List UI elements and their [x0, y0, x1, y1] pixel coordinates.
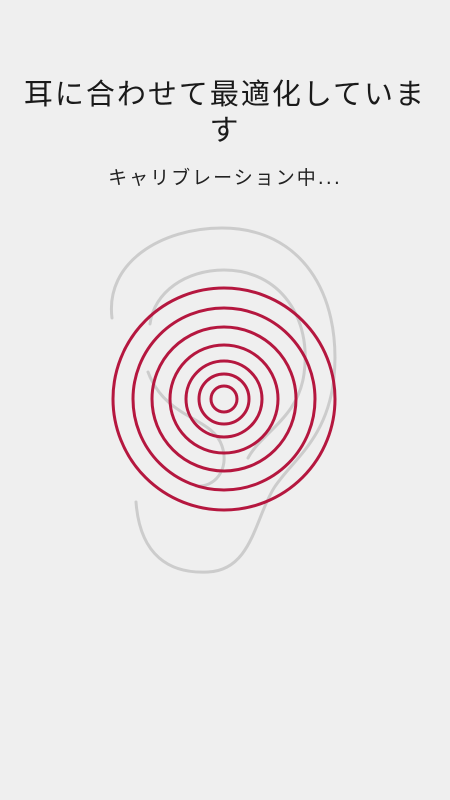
ear-calibration-graphic	[109, 226, 337, 574]
sound-ring	[184, 359, 264, 439]
sound-ring	[209, 384, 239, 414]
ear-outline-icon	[109, 226, 337, 574]
sound-rings-icon	[111, 286, 337, 512]
sound-ring	[197, 372, 251, 426]
sound-ring	[111, 286, 337, 512]
